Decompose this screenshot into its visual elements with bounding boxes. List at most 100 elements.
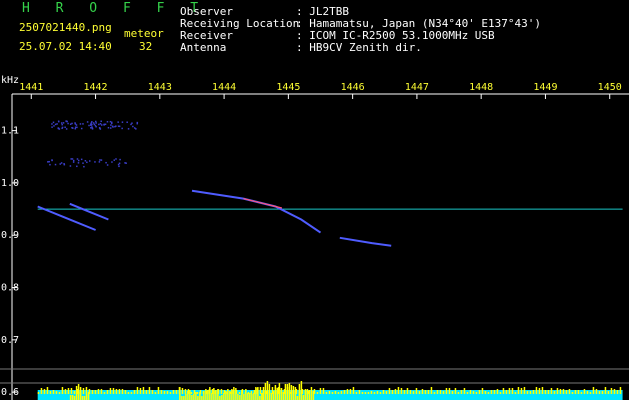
noise-dot (65, 120, 67, 122)
level-bar (346, 389, 349, 394)
level-bar (604, 387, 607, 394)
level-burst-bar (217, 389, 219, 400)
level-burst-bar (223, 393, 225, 400)
level-bar (70, 388, 73, 394)
noise-dot (69, 165, 72, 167)
noise-dot (60, 162, 63, 164)
x-tick-label: 1449 (533, 82, 557, 93)
noise-dot (88, 124, 90, 127)
level-burst-bar (302, 395, 305, 400)
level-bar (322, 388, 325, 394)
noise-dot (58, 120, 60, 123)
noise-dot (72, 159, 75, 162)
level-burst-bar (231, 389, 233, 400)
level-bar (412, 391, 415, 394)
signal-level-strip (37, 381, 623, 400)
noise-dot (57, 127, 60, 129)
level-burst-bar (85, 394, 88, 400)
level-bar (565, 390, 568, 394)
level-bar (46, 387, 49, 394)
level-burst-bar (262, 391, 265, 400)
level-bar (196, 392, 199, 394)
level-bar (154, 392, 157, 394)
level-burst-bar (255, 387, 257, 400)
level-burst-bar (284, 384, 287, 400)
level-burst-bar (241, 390, 243, 400)
level-bar (538, 388, 541, 394)
level-bar (472, 391, 475, 394)
level-burst-bar (278, 383, 281, 400)
meteor-echo-trace (191, 189, 322, 234)
level-bar (502, 388, 505, 394)
noise-dot (69, 123, 72, 125)
level-burst-bar (298, 384, 301, 400)
level-bar (529, 391, 532, 394)
level-burst-bar (233, 387, 235, 400)
level-bar (589, 392, 592, 394)
noise-dot (72, 161, 75, 163)
level-bar (430, 387, 433, 394)
level-bar (388, 388, 391, 394)
level-bar (592, 387, 595, 394)
noise-dot (91, 126, 93, 128)
x-tick-label: 1441 (19, 82, 43, 93)
noise-dot (67, 122, 69, 125)
level-bar (382, 390, 385, 394)
level-bar (145, 390, 148, 394)
level-bar (484, 391, 487, 394)
noise-dot (95, 120, 97, 123)
level-bar (574, 390, 577, 394)
noise-dot (76, 158, 79, 160)
noise-dot (48, 160, 50, 163)
y-axis-unit: kHz (1, 75, 19, 86)
level-burst-bar (253, 393, 255, 400)
level-burst-bar (197, 396, 199, 400)
noise-dot (130, 123, 132, 126)
level-bar (169, 392, 172, 394)
level-burst-bar (251, 394, 253, 400)
level-bar (37, 392, 40, 394)
noise-dot (83, 165, 85, 168)
level-burst-bar (308, 390, 311, 400)
noise-dot (82, 162, 84, 164)
level-bar (460, 390, 463, 394)
noise-dot (95, 122, 97, 124)
level-burst-bar (276, 388, 279, 400)
noise-dot (103, 124, 105, 126)
level-bar (109, 388, 112, 394)
level-burst-bar (213, 388, 215, 400)
level-bar (358, 390, 361, 394)
level-burst-bar (296, 396, 299, 400)
level-bar (400, 388, 403, 394)
level-bar (511, 388, 514, 394)
level-burst-bar (264, 383, 267, 400)
background-noise (47, 120, 139, 168)
noise-dot (52, 121, 55, 124)
level-burst-bar (221, 395, 223, 400)
level-burst-bar (73, 396, 76, 400)
level-bar (190, 392, 193, 394)
noise-dot (113, 159, 116, 161)
level-burst-bar (185, 394, 187, 400)
level-bar (148, 387, 151, 394)
noise-dot (112, 126, 114, 128)
noise-dot (74, 127, 77, 130)
level-bar (331, 392, 334, 394)
noise-dot (59, 163, 62, 165)
level-burst-bar (272, 391, 275, 400)
level-bar (337, 392, 340, 394)
level-bar (391, 390, 394, 394)
level-bar (490, 390, 493, 394)
level-bar (415, 388, 418, 394)
level-bar (544, 390, 547, 394)
level-burst-bar (294, 387, 297, 400)
level-bar (598, 391, 601, 394)
level-bar (73, 391, 76, 394)
level-bar (82, 388, 85, 394)
level-bar (172, 390, 175, 394)
level-bar (334, 391, 337, 394)
level-burst-bar (187, 391, 189, 400)
x-tick-label: 1446 (341, 82, 365, 93)
level-burst-bar (229, 391, 231, 400)
noise-dot (77, 159, 80, 162)
